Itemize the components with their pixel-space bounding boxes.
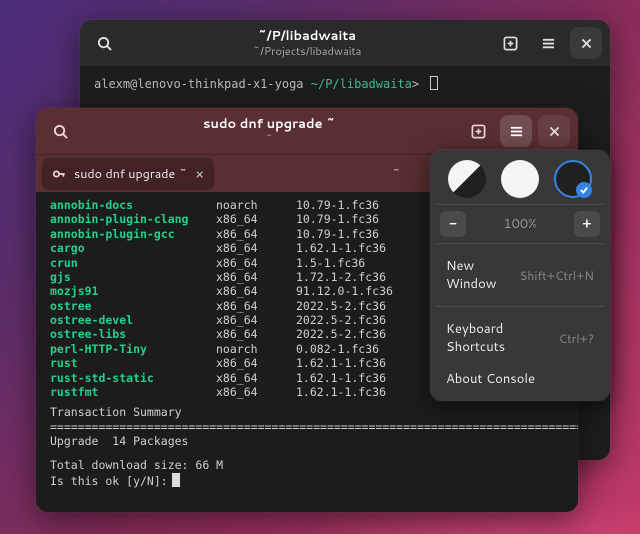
menu-button[interactable] <box>532 27 564 59</box>
package-version: 0.082-1.fc36 <box>296 342 436 356</box>
menu-item-shortcut: Ctrl+? <box>559 330 594 347</box>
package-arch: x86_64 <box>216 270 296 284</box>
cursor-icon <box>430 76 438 90</box>
tab-sudo[interactable]: sudo dnf upgrade ~ × <box>42 158 214 190</box>
package-name: ostree-libs <box>36 327 216 341</box>
zoom-control: − 100% + <box>440 211 600 237</box>
package-version: 10.79-1.fc36 <box>296 212 436 226</box>
menu-about[interactable]: About Console <box>440 363 600 395</box>
new-tab-button[interactable] <box>494 27 526 59</box>
package-version: 2022.5-2.fc36 <box>296 327 436 341</box>
search-icon <box>53 124 68 139</box>
package-name: annobin-plugin-clang <box>36 212 216 226</box>
new-tab-icon <box>471 124 486 139</box>
close-icon <box>580 37 593 50</box>
package-version: 1.62.1-1.fc36 <box>296 241 436 255</box>
back-window-title: ~/P/libadwaita <box>258 29 356 43</box>
package-version: 1.62.1-1.fc36 <box>296 356 436 370</box>
package-version: 2022.5-2.fc36 <box>296 299 436 313</box>
theme-light-button[interactable] <box>501 160 539 198</box>
summary-upgrade: Upgrade 14 Packages <box>36 434 578 448</box>
package-version: 2022.5-2.fc36 <box>296 313 436 327</box>
menu-button[interactable] <box>500 115 532 147</box>
theme-auto-button[interactable] <box>448 160 486 198</box>
package-version: 91.12.0-1.fc36 <box>296 284 436 298</box>
package-name: rustfmt <box>36 385 216 399</box>
prompt-path: ~/P/libadwaita <box>311 77 412 91</box>
tab-close-button[interactable]: × <box>195 164 204 184</box>
prompt-user: alexm@lenovo-thinkpad-x1-yoga <box>94 77 304 91</box>
package-arch: x86_64 <box>216 356 296 370</box>
package-arch: x86_64 <box>216 299 296 313</box>
front-window-title: sudo dnf upgrade ~ <box>203 117 335 131</box>
front-headerbar: sudo dnf upgrade ~ ~ <box>36 108 578 154</box>
search-icon <box>97 36 112 51</box>
package-arch: noarch <box>216 198 296 212</box>
back-terminal-body[interactable]: alexm@lenovo-thinkpad-x1-yoga ~/P/libadw… <box>80 66 610 101</box>
menu-new-window[interactable]: New Window Shift+Ctrl+N <box>440 250 600 300</box>
search-button[interactable] <box>88 27 120 59</box>
package-name: mozjs91 <box>36 284 216 298</box>
hamburger-icon <box>541 36 556 51</box>
package-arch: x86_64 <box>216 371 296 385</box>
tab-label: sudo dnf upgrade ~ <box>74 165 187 183</box>
package-version: 1.62.1-1.fc36 <box>296 385 436 399</box>
tab-label: ~ <box>392 165 401 183</box>
package-arch: x86_64 <box>216 327 296 341</box>
package-name: annobin-docs <box>36 198 216 212</box>
cursor-icon <box>172 473 180 487</box>
back-window-subtitle: ~/Projects/libadwaita <box>253 45 362 57</box>
package-arch: x86_64 <box>216 256 296 270</box>
package-arch: x86_64 <box>216 385 296 399</box>
package-name: cargo <box>36 241 216 255</box>
summary-confirm: Is this ok [y/N]: <box>36 473 578 488</box>
package-version: 1.62.1-1.fc36 <box>296 371 436 385</box>
summary-download: Total download size: 66 M <box>36 458 578 472</box>
close-icon <box>548 125 561 138</box>
check-icon <box>576 182 592 198</box>
zoom-out-button[interactable]: − <box>440 211 466 237</box>
package-arch: x86_64 <box>216 241 296 255</box>
front-window-subtitle: ~ <box>265 133 273 145</box>
package-name: gjs <box>36 270 216 284</box>
package-version: 1.72.1-2.fc36 <box>296 270 436 284</box>
package-name: annobin-plugin-gcc <box>36 227 216 241</box>
package-name: ostree-devel <box>36 313 216 327</box>
package-name: crun <box>36 256 216 270</box>
package-name: ostree <box>36 299 216 313</box>
menu-item-label: New Window <box>446 257 519 293</box>
package-arch: x86_64 <box>216 284 296 298</box>
package-arch: x86_64 <box>216 227 296 241</box>
key-icon <box>52 167 66 181</box>
summary-rule: ========================================… <box>36 420 578 434</box>
main-menu-popover: − 100% + New Window Shift+Ctrl+N Keyboar… <box>430 150 610 401</box>
search-button[interactable] <box>44 115 76 147</box>
new-tab-icon <box>503 36 518 51</box>
zoom-level: 100% <box>503 215 536 233</box>
package-version: 1.5-1.fc36 <box>296 256 436 270</box>
package-arch: x86_64 <box>216 212 296 226</box>
new-tab-button[interactable] <box>462 115 494 147</box>
menu-item-label: About Console <box>446 370 535 388</box>
summary-heading: Transaction Summary <box>36 405 578 419</box>
menu-keyboard-shortcuts[interactable]: Keyboard Shortcuts Ctrl+? <box>440 313 600 363</box>
close-button[interactable] <box>538 115 570 147</box>
theme-dark-button[interactable] <box>554 160 592 198</box>
package-version: 10.79-1.fc36 <box>296 198 436 212</box>
menu-item-shortcut: Shift+Ctrl+N <box>519 267 594 284</box>
package-arch: noarch <box>216 342 296 356</box>
package-name: rust <box>36 356 216 370</box>
close-button[interactable] <box>570 27 602 59</box>
hamburger-icon <box>509 124 524 139</box>
package-name: perl-HTTP-Tiny <box>36 342 216 356</box>
zoom-in-button[interactable]: + <box>574 211 600 237</box>
theme-selector <box>440 160 600 198</box>
back-headerbar: ~/P/libadwaita ~/Projects/libadwaita <box>80 20 610 66</box>
package-name: rust-std-static <box>36 371 216 385</box>
package-arch: x86_64 <box>216 313 296 327</box>
menu-item-label: Keyboard Shortcuts <box>446 320 559 356</box>
package-version: 10.79-1.fc36 <box>296 227 436 241</box>
